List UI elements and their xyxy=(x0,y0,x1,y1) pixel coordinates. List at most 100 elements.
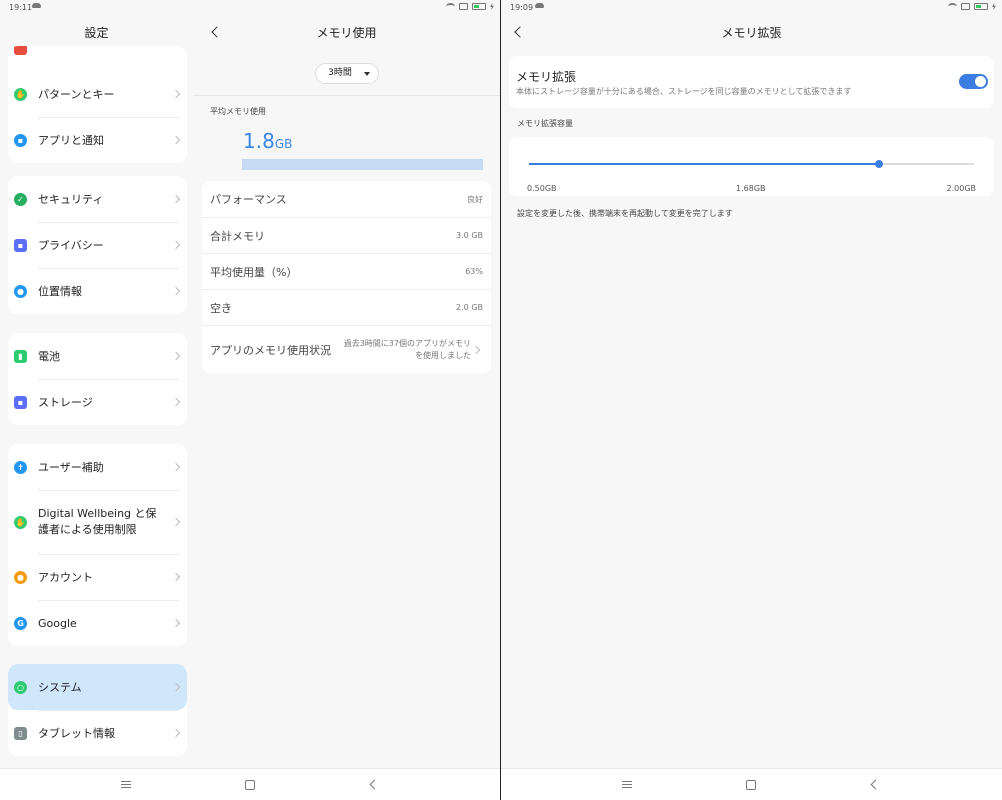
sidebar-item-storage[interactable]: ▪ ストレージ xyxy=(8,379,187,425)
sidebar-item-label: システム xyxy=(38,681,82,694)
chevron-right-icon xyxy=(171,351,181,361)
slider-fill xyxy=(529,163,880,165)
wifi-icon xyxy=(446,3,455,10)
stat-label: 平均使用量（%） xyxy=(210,265,298,279)
nav-back-icon[interactable] xyxy=(867,777,883,793)
wellbeing-icon: ✋ xyxy=(14,515,27,529)
sidebar-item-label: Google xyxy=(38,616,77,630)
settings-group-5: ○ システム ▯ タブレット情報 xyxy=(8,664,187,756)
sim-icon xyxy=(961,3,970,10)
sidebar-item-battery[interactable]: ▮ 電池 xyxy=(8,333,187,379)
google-icon: G xyxy=(14,616,27,630)
location-icon: ● xyxy=(14,284,27,298)
capacity-slider[interactable] xyxy=(529,160,974,168)
lock-icon: ▪ xyxy=(14,238,27,252)
sidebar-item-account[interactable]: ● アカウント xyxy=(8,554,187,600)
page-title: メモリ拡張 xyxy=(721,26,782,40)
status-icons xyxy=(446,3,494,10)
clipped-item-above xyxy=(8,46,187,71)
shield-icon: ✓ xyxy=(14,192,27,206)
sidebar-item-label: タブレット情報 xyxy=(38,727,115,740)
toggle-description: 本体にストレージ容量が十分にある場合、ストレージを同じ容量のメモリとして拡張でき… xyxy=(516,87,852,96)
divider xyxy=(193,95,500,96)
sidebar-item-label: パターンとキー xyxy=(38,88,115,101)
sidebar-item-apps-notifications[interactable]: ▪ アプリと通知 xyxy=(8,117,187,163)
system-icon: ○ xyxy=(14,680,27,694)
settings-title: 設定 xyxy=(84,26,109,40)
status-time: 19:09 xyxy=(510,3,534,12)
cloud-icon xyxy=(535,3,544,8)
average-memory-number: 1.8 xyxy=(243,129,275,153)
slider-mid-label: 1.68GB xyxy=(736,184,766,193)
chevron-right-icon xyxy=(171,397,181,407)
account-icon: ● xyxy=(14,570,27,584)
average-memory-unit: GB xyxy=(274,137,293,151)
settings-group-4: ✝ ユーザー補助 ✋ Digital Wellbeing と保護者による使用制限… xyxy=(8,444,187,646)
sidebar-item-label: アプリと通知 xyxy=(38,134,104,147)
chevron-right-icon xyxy=(171,517,181,527)
stat-row-free: 空き 2.0 GB xyxy=(202,289,491,325)
app-memory-usage-desc: 過去3時間に37個のアプリがメモリを使用しました xyxy=(343,338,471,360)
home-icon[interactable] xyxy=(242,777,258,793)
sidebar-item-label: プライバシー xyxy=(38,239,104,252)
app-memory-usage-item[interactable]: アプリのメモリ使用状況 過去3時間に37個のアプリがメモリを使用しました xyxy=(202,325,491,373)
app-memory-usage-label: アプリのメモリ使用状況 xyxy=(210,343,331,357)
settings-list-pane: 設定 ✋ パターンとキー ▪ アプリと通知 ✓ セキュリティ ▪ プライバシー … xyxy=(0,16,193,768)
battery-icon: ▮ xyxy=(14,349,27,363)
sidebar-item-digital-wellbeing[interactable]: ✋ Digital Wellbeing と保護者による使用制限 xyxy=(8,490,187,554)
stat-value: 良好 xyxy=(467,194,483,204)
average-memory-value: 1.8GB xyxy=(243,129,292,153)
sidebar-item-label: ユーザー補助 xyxy=(38,461,104,474)
sidebar-item-security[interactable]: ✓ セキュリティ xyxy=(8,176,187,222)
sidebar-item-pattern-keys[interactable]: ✋ パターンとキー xyxy=(8,71,187,117)
memory-stats-card: パフォーマンス 良好 合計メモリ 3.0 GB 平均使用量（%） 63% 空き … xyxy=(202,181,491,373)
slider-min-label: 0.50GB xyxy=(527,184,557,193)
stat-value: 63% xyxy=(465,267,483,276)
toggle-title: メモリ拡張 xyxy=(516,70,577,84)
hand-icon: ✋ xyxy=(14,87,27,101)
memory-expansion-switch[interactable] xyxy=(959,74,988,89)
sidebar-item-location[interactable]: ● 位置情報 xyxy=(8,268,187,314)
stat-row-performance: パフォーマンス 良好 xyxy=(202,181,491,217)
chevron-right-icon xyxy=(171,462,181,472)
chevron-right-icon xyxy=(171,682,181,692)
sidebar-item-tablet-info[interactable]: ▯ タブレット情報 xyxy=(8,710,187,756)
sidebar-item-label: ストレージ xyxy=(38,396,93,409)
accessibility-icon: ✝ xyxy=(14,460,27,474)
chevron-right-icon xyxy=(171,728,181,738)
average-memory-label: 平均メモリ使用 xyxy=(210,107,266,116)
right-tablet-screen: 19:09 メモリ拡張 メモリ拡張 本体にストレージ容量が十分にある場合、ストレ… xyxy=(501,0,1002,800)
sidebar-item-label: 位置情報 xyxy=(38,285,82,298)
menu-icon[interactable] xyxy=(619,777,635,793)
slider-thumb[interactable] xyxy=(875,160,884,168)
sidebar-item-label: 電池 xyxy=(38,350,60,363)
sidebar-item-accessibility[interactable]: ✝ ユーザー補助 xyxy=(8,444,187,490)
menu-icon[interactable] xyxy=(118,777,134,793)
settings-group-1: ✋ パターンとキー ▪ アプリと通知 xyxy=(8,46,187,163)
sidebar-item-label: Digital Wellbeing と保護者による使用制限 xyxy=(38,507,157,536)
chevron-right-icon xyxy=(471,345,481,354)
stat-label: 空き xyxy=(210,301,232,315)
period-dropdown[interactable]: 3時間 xyxy=(315,63,379,84)
sidebar-item-google[interactable]: G Google xyxy=(8,600,187,646)
home-icon[interactable] xyxy=(743,777,759,793)
sidebar-item-system[interactable]: ○ システム xyxy=(8,664,187,710)
expansion-capacity-label: メモリ拡張容量 xyxy=(517,119,573,128)
battery-status-icon xyxy=(472,3,486,10)
memory-usage-pane: メモリ使用 3時間 平均メモリ使用 1.8GB パフォーマンス 良好 合計メモリ… xyxy=(193,16,500,768)
capacity-slider-card: 0.50GB 1.68GB 2.00GB xyxy=(509,137,994,196)
sidebar-item-privacy[interactable]: ▪ プライバシー xyxy=(8,222,187,268)
nav-back-icon[interactable] xyxy=(366,777,382,793)
stat-row-total-memory: 合計メモリ 3.0 GB xyxy=(202,217,491,253)
memory-expansion-toggle-row[interactable]: メモリ拡張 本体にストレージ容量が十分にある場合、ストレージを同じ容量のメモリと… xyxy=(509,56,994,108)
period-value: 3時間 xyxy=(328,68,352,78)
status-bar: 19:11 xyxy=(0,0,500,16)
charging-icon xyxy=(490,3,494,10)
wifi-icon xyxy=(948,3,957,10)
chevron-right-icon xyxy=(171,286,181,296)
settings-group-3: ▮ 電池 ▪ ストレージ xyxy=(8,333,187,425)
chevron-right-icon xyxy=(171,240,181,250)
storage-icon: ▪ xyxy=(14,395,27,409)
navigation-bar xyxy=(0,768,500,800)
restart-note: 設定を変更した後、携帯端末を再起動して変更を完了します xyxy=(517,209,733,218)
